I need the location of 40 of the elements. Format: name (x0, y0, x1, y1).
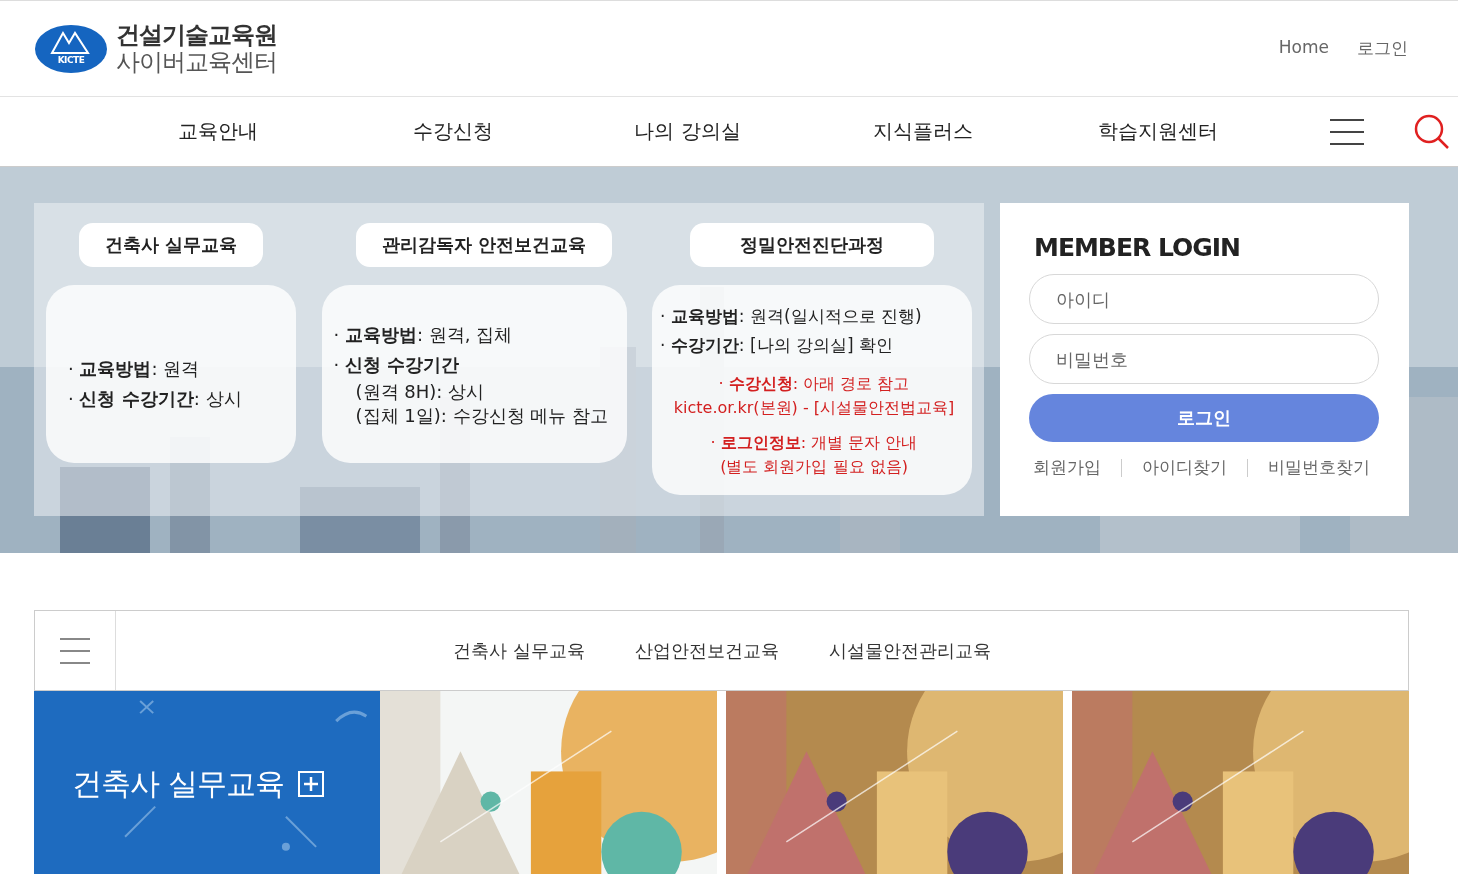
info-line: · 교육방법: 원격, 집체 (333, 323, 514, 347)
info-line: · 로그인정보: 개별 문자 안내 (709, 433, 919, 454)
course-tab[interactable]: 산업안전보건교육 (634, 638, 779, 663)
nav-item[interactable]: 학습지원센터 (1040, 118, 1275, 145)
logo-subtitle: 사이버교육센터 (116, 48, 277, 75)
info-line: · 수강기간: [나의 강의실] 확인 (660, 334, 895, 357)
info-line: · 수강신청: 아래 경로 참고 (717, 374, 911, 395)
nav-item[interactable]: 나의 강의실 (570, 118, 805, 145)
menu-icon[interactable] (1330, 117, 1364, 146)
info-line: (집체 1일): 수강신청 메뉴 참고 (354, 404, 609, 428)
nav-item[interactable]: 지식플러스 (805, 118, 1040, 145)
logo-title: 건설기술교육원 (116, 22, 277, 49)
course-tab[interactable]: 시설물안전관리교육 (828, 638, 991, 663)
logo-icon (34, 23, 108, 74)
info-line: · 신청 수강기간 (333, 353, 461, 377)
password-field[interactable]: 비밀번호 (1029, 334, 1379, 384)
plus-icon[interactable] (297, 771, 324, 797)
info-line: · 신청 수강기간: 상시 (68, 387, 243, 411)
login-button[interactable]: 로그인 (1029, 394, 1379, 442)
id-field[interactable]: 아이디 (1029, 274, 1379, 324)
course-title: 정밀안전진단과정 (690, 223, 934, 267)
login-title: MEMBER LOGIN (1034, 233, 1241, 262)
course-title: 건축사 실무교육 (78, 223, 264, 267)
account-link[interactable]: 아이디찾기 (1142, 456, 1227, 479)
info-line: kicte.or.kr(본원) - [시설물안전법교육] (672, 398, 956, 419)
info-line: · 교육방법: 원격 (68, 357, 201, 381)
account-link[interactable]: 비밀번호찾기 (1268, 456, 1370, 479)
header-link[interactable]: Home (1278, 37, 1329, 60)
course-tab[interactable]: 건축사 실무교육 (453, 638, 585, 663)
course-title: 관리감독자 안전보건교육 (355, 223, 613, 267)
search-icon[interactable] (1414, 113, 1450, 150)
nav-item[interactable]: 수강신청 (335, 118, 570, 145)
nav-item[interactable]: 교육안내 (100, 118, 335, 145)
info-line: (별도 회원가입 필요 없음) (719, 457, 909, 478)
info-line: · 교육방법: 원격(일시적으로 진행) (660, 305, 923, 328)
account-link[interactable]: 회원가입 (1033, 456, 1101, 479)
category-tile[interactable]: 건축사 실무교육 (34, 691, 380, 874)
category-title: 건축사 실무교육 (72, 764, 284, 803)
info-line: (원격 8H): 상시 (354, 380, 486, 404)
header-link[interactable]: 로그인 (1357, 37, 1408, 60)
